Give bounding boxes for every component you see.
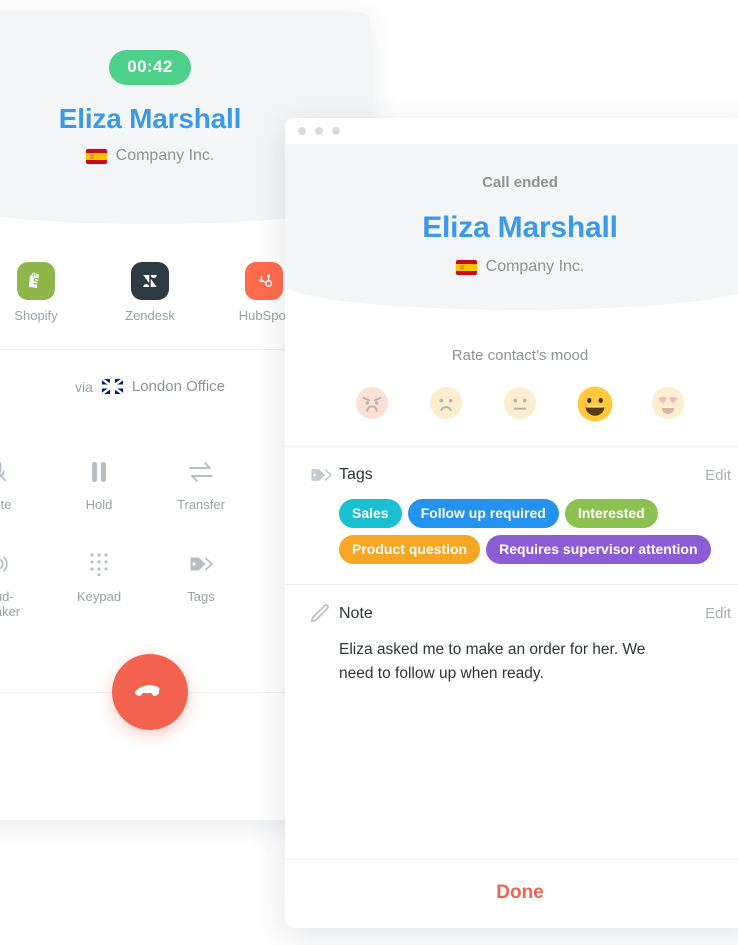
card-footer: Done bbox=[285, 859, 738, 928]
via-label: via bbox=[74, 378, 93, 395]
hangup-button[interactable] bbox=[112, 653, 188, 730]
done-button[interactable]: Done bbox=[496, 882, 544, 904]
mood-option-slightly-frowning[interactable] bbox=[429, 386, 463, 420]
ended-contact-company: Company Inc. bbox=[285, 258, 738, 276]
office-label: London Office bbox=[131, 378, 226, 395]
flex-spacer bbox=[285, 706, 738, 859]
action-hold[interactable]: Hold bbox=[48, 457, 150, 513]
screen-root: 00:42 Eliza Marshall Company Inc. S Shop… bbox=[0, 0, 738, 945]
action-tags[interactable]: Tags bbox=[150, 549, 252, 620]
mood-rating-block: Rate contact’s mood bbox=[285, 310, 738, 446]
tag-icon bbox=[309, 465, 339, 485]
keypad-dots-icon bbox=[48, 549, 150, 579]
speaker-icon bbox=[0, 549, 48, 579]
tag-list: Sales Follow up required Interested Prod… bbox=[309, 499, 731, 564]
pencil-icon bbox=[309, 603, 339, 624]
tags-title: Tags bbox=[339, 466, 373, 483]
window-minimize-dot-icon[interactable] bbox=[315, 127, 323, 135]
call-status-text: Call ended bbox=[482, 174, 558, 191]
note-text: Eliza asked me to make an order for her.… bbox=[339, 641, 646, 683]
tag-icon bbox=[150, 549, 252, 579]
action-label: Mute bbox=[0, 497, 12, 512]
mood-option-neutral[interactable] bbox=[503, 386, 537, 420]
microphone-mute-icon bbox=[0, 457, 48, 487]
ended-company-label: Company Inc. bbox=[485, 258, 585, 275]
mood-title: Rate contact’s mood bbox=[451, 347, 589, 364]
zendesk-icon bbox=[131, 262, 169, 300]
action-transfer[interactable]: Transfer bbox=[150, 457, 252, 513]
flag-spain-icon bbox=[85, 148, 107, 164]
integration-label: Shopify bbox=[14, 308, 58, 323]
action-label: Keypad bbox=[76, 588, 122, 604]
mood-option-heart-eyes[interactable] bbox=[651, 386, 685, 420]
action-label: Transfer bbox=[177, 497, 225, 512]
tag-chip[interactable]: Requires supervisor attention bbox=[486, 535, 711, 564]
call-ended-header: Call ended Eliza Marshall Company Inc. bbox=[285, 144, 738, 310]
integration-label: Zendesk bbox=[125, 308, 175, 323]
mood-option-angry[interactable] bbox=[355, 386, 389, 420]
action-loudspeaker[interactable]: Loud- speaker bbox=[0, 549, 48, 620]
flag-spain-icon bbox=[455, 259, 477, 275]
hangup-phone-icon bbox=[134, 685, 160, 696]
action-label: Hold bbox=[85, 497, 113, 512]
pause-icon bbox=[48, 457, 150, 487]
ended-contact-name: Eliza Marshall bbox=[422, 211, 618, 244]
tag-chip[interactable]: Product question bbox=[339, 535, 481, 564]
flag-uk-icon bbox=[101, 379, 123, 394]
mood-options-row bbox=[285, 386, 738, 422]
call-company-label: Company Inc. bbox=[115, 147, 215, 164]
transfer-arrows-icon bbox=[150, 457, 252, 487]
svg-text:S: S bbox=[33, 276, 39, 286]
window-close-dot-icon[interactable] bbox=[298, 127, 306, 135]
shopify-icon: S bbox=[17, 262, 55, 300]
mood-option-grinning[interactable] bbox=[577, 386, 613, 422]
tags-section-header: Tags Edit bbox=[309, 465, 731, 485]
hubspot-icon bbox=[245, 262, 283, 300]
window-maximize-dot-icon[interactable] bbox=[332, 127, 340, 135]
action-mute[interactable]: Mute bbox=[0, 457, 48, 513]
integration-zendesk[interactable]: Zendesk bbox=[121, 262, 179, 323]
note-section: Note Edit Eliza asked me to make an orde… bbox=[285, 584, 738, 706]
integration-shopify[interactable]: S Shopify bbox=[7, 262, 65, 323]
tags-edit-button[interactable]: Edit bbox=[705, 467, 731, 484]
call-timer-badge: 00:42 bbox=[109, 50, 191, 85]
tags-section: Tags Edit Sales Follow up required Inter… bbox=[285, 446, 738, 584]
action-keypad[interactable]: Keypad bbox=[48, 549, 150, 620]
action-label: Loud- speaker bbox=[0, 588, 21, 619]
tag-chip[interactable]: Interested bbox=[564, 499, 658, 528]
note-section-header: Note Edit bbox=[309, 603, 731, 624]
tag-chip[interactable]: Follow up required bbox=[407, 499, 559, 528]
action-label: Tags bbox=[187, 588, 215, 604]
call-ended-card: Call ended Eliza Marshall Company Inc. R… bbox=[285, 118, 738, 928]
window-titlebar bbox=[285, 118, 738, 144]
note-title: Note bbox=[339, 604, 373, 622]
note-edit-button[interactable]: Edit bbox=[705, 605, 731, 622]
tag-chip[interactable]: Sales bbox=[339, 499, 402, 528]
